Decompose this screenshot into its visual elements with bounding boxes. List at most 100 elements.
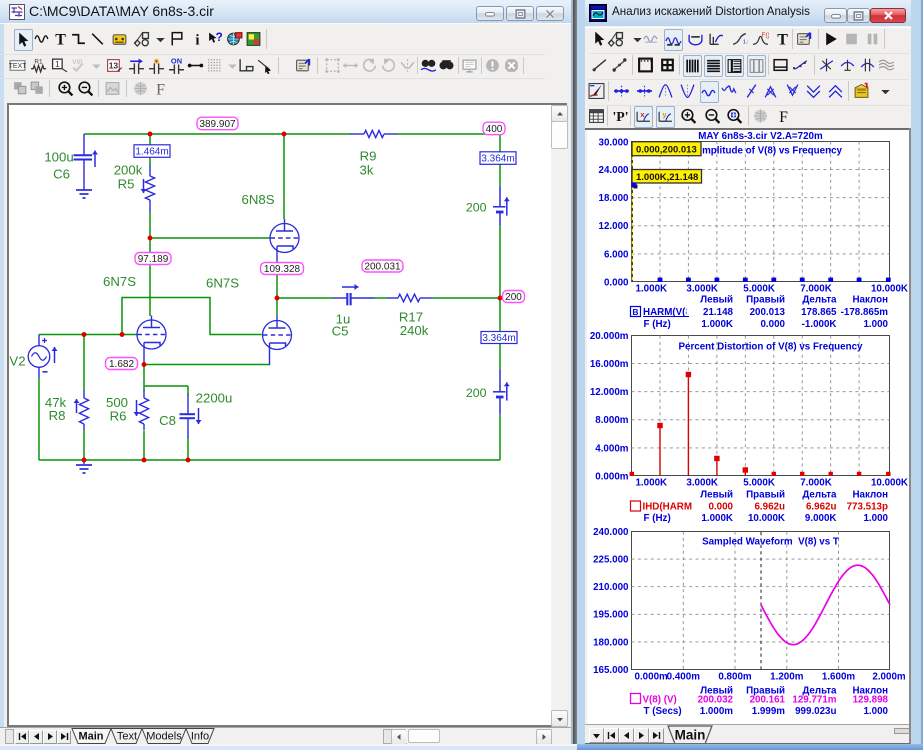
svg-text:1.000K: 1.000K (701, 319, 733, 330)
svg-text:5.000K: 5.000K (743, 284, 775, 295)
svg-text:12.000: 12.000 (599, 221, 630, 232)
svg-text:0.000m: 0.000m (635, 672, 669, 683)
svg-text:R8: R8 (49, 408, 66, 423)
svg-text:18.000: 18.000 (599, 193, 630, 204)
svg-text:0.000: 0.000 (604, 277, 629, 288)
svg-text:225.000: 225.000 (593, 555, 629, 566)
svg-text:Main: Main (78, 731, 103, 743)
svg-text:C5: C5 (332, 324, 349, 339)
svg-text:109.328: 109.328 (264, 264, 301, 275)
svg-text:1.000K: 1.000K (636, 284, 668, 295)
svg-text:V2: V2 (9, 354, 25, 369)
svg-text:0.400m: 0.400m (667, 672, 701, 683)
svg-text:1.464m: 1.464m (135, 147, 168, 158)
svg-text:6N7S: 6N7S (103, 274, 136, 289)
svg-text:?: ? (216, 31, 223, 44)
svg-text:5.000K: 5.000K (743, 478, 775, 489)
svg-text:6.962u: 6.962u (754, 502, 785, 513)
svg-text:Дельта: Дельта (802, 295, 837, 306)
svg-text:MAY 6n8s-3.cir V2.A=720m: MAY 6n8s-3.cir V2.A=720m (698, 131, 823, 142)
svg-text:Правый: Правый (746, 490, 785, 501)
svg-text:12.000m: 12.000m (590, 387, 629, 398)
svg-text:4.000m: 4.000m (595, 443, 629, 454)
svg-text:6.000: 6.000 (604, 249, 629, 260)
svg-text:16.000m: 16.000m (590, 359, 629, 370)
svg-text:21.148: 21.148 (703, 307, 734, 318)
svg-text:TEXT: TEXT (9, 63, 26, 70)
svg-text:R1: R1 (34, 58, 43, 65)
svg-text:Amplitude of V(8) vs Frequency: Amplitude of V(8) vs Frequency (695, 146, 843, 157)
svg-text:240.000: 240.000 (593, 527, 629, 538)
svg-text:240k: 240k (400, 323, 429, 338)
svg-text:1.600m: 1.600m (822, 672, 856, 683)
svg-text:Text: Text (117, 731, 137, 743)
svg-text:F(): F() (762, 32, 769, 39)
svg-text:T: T (55, 31, 66, 48)
svg-text:9.000K: 9.000K (805, 513, 837, 524)
svg-text:195.000: 195.000 (593, 610, 629, 621)
svg-text:F (Hz): F (Hz) (644, 319, 671, 330)
svg-text:0.800m: 0.800m (718, 672, 752, 683)
svg-text:389.907: 389.907 (199, 119, 236, 130)
svg-text:6N7S: 6N7S (206, 276, 239, 291)
svg-text:7.000K: 7.000K (800, 284, 832, 295)
svg-text:R9: R9 (360, 149, 377, 164)
svg-text:180.000: 180.000 (593, 637, 629, 648)
svg-text:C6: C6 (53, 167, 70, 182)
svg-text:3.000K: 3.000K (686, 478, 718, 489)
svg-text:Наклон: Наклон (852, 295, 888, 306)
svg-text:1.000m: 1.000m (700, 706, 734, 717)
svg-text:129.898: 129.898 (853, 695, 889, 706)
svg-text:200.032: 200.032 (698, 695, 734, 706)
svg-text:1.000K,21.148: 1.000K,21.148 (636, 172, 698, 183)
svg-text:20.000m: 20.000m (590, 331, 629, 342)
svg-text:200.013: 200.013 (750, 307, 786, 318)
svg-text:1.200m: 1.200m (770, 672, 804, 683)
svg-text:97.189: 97.189 (138, 254, 169, 265)
svg-text:Дельта: Дельта (802, 490, 837, 501)
svg-text:13: 13 (109, 61, 119, 71)
svg-text:200: 200 (505, 292, 522, 303)
svg-text:200k: 200k (114, 163, 143, 178)
svg-text:2.000m: 2.000m (872, 672, 906, 683)
svg-text:773.513p: 773.513p (847, 502, 888, 513)
svg-text:7.000K: 7.000K (800, 478, 832, 489)
svg-text:Sampled Waveform V(8) vs T: Sampled Waveform V(8) vs T (702, 537, 839, 548)
svg-text:200: 200 (466, 200, 487, 214)
svg-text:2200u: 2200u (196, 391, 233, 406)
svg-text:400: 400 (486, 124, 503, 135)
svg-text:'P': 'P' (612, 109, 628, 124)
svg-text:1.000K: 1.000K (701, 513, 733, 524)
svg-text:1.682: 1.682 (109, 359, 134, 370)
svg-text:V(8) (V): V(8) (V) (643, 695, 677, 706)
svg-text:T: T (777, 31, 788, 48)
svg-text:0.000: 0.000 (708, 502, 733, 513)
svg-text:0.000,200.013: 0.000,200.013 (636, 145, 697, 156)
svg-text:Левый: Левый (700, 490, 733, 501)
svg-text:F: F (779, 109, 788, 126)
svg-text:1: 1 (55, 59, 60, 69)
svg-text:R6: R6 (110, 409, 127, 424)
svg-text:24.000: 24.000 (599, 165, 630, 176)
svg-text:IHD(HARM: IHD(HARM (643, 502, 693, 513)
svg-text:C8: C8 (159, 413, 176, 428)
svg-text:1.000: 1.000 (863, 513, 888, 524)
svg-text:1.999m: 1.999m (752, 706, 786, 717)
svg-text:ON: ON (171, 57, 182, 65)
svg-text:F: F (156, 81, 165, 97)
svg-text:F (Hz): F (Hz) (644, 513, 671, 524)
svg-text:200: 200 (466, 386, 487, 400)
svg-text:6.962u: 6.962u (806, 502, 837, 513)
svg-text:200.031: 200.031 (364, 262, 401, 273)
svg-text:1.000K: 1.000K (636, 478, 668, 489)
svg-text:3k: 3k (360, 163, 374, 178)
svg-text:1.000: 1.000 (863, 319, 888, 330)
svg-text:100u: 100u (44, 150, 73, 165)
svg-text:3.364m: 3.364m (481, 154, 514, 165)
svg-text:0.000m: 0.000m (595, 471, 629, 482)
svg-text:R5: R5 (118, 177, 135, 192)
svg-text:i: i (195, 32, 199, 48)
svg-text:Левый: Левый (700, 295, 733, 306)
svg-text:6N8S: 6N8S (242, 192, 275, 207)
svg-text:0.000: 0.000 (760, 319, 785, 330)
